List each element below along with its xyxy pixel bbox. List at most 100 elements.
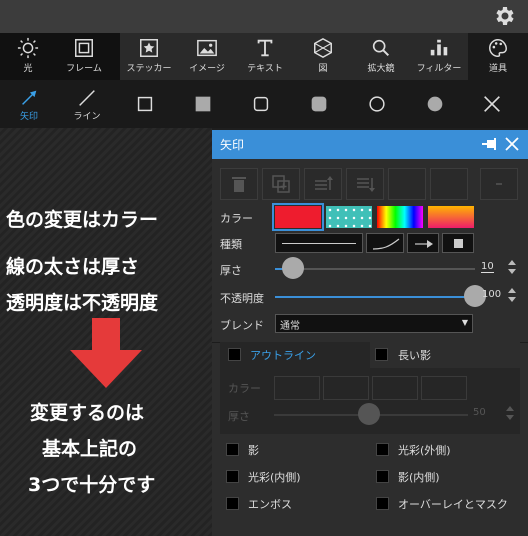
close-tool-button[interactable] — [464, 80, 520, 128]
annotation-line: 3つで十分です — [28, 474, 156, 496]
tab-long-shadow[interactable]: 長い影 — [370, 342, 520, 368]
blend-label: ブレンド — [220, 319, 264, 332]
type-line-straight[interactable] — [275, 233, 363, 253]
rectangle-fill-button[interactable] — [174, 80, 232, 128]
opacity-spinner-icon[interactable] — [507, 287, 517, 303]
tool-magnifier[interactable]: 拡大鏡 — [352, 33, 410, 80]
tab-outline[interactable]: アウトライン — [220, 342, 370, 368]
tool-text[interactable]: テキスト — [236, 33, 294, 80]
duplicate-icon — [272, 175, 290, 193]
sticker-icon — [140, 39, 158, 57]
color-swatch-solid[interactable] — [272, 203, 324, 231]
minus-icon — [496, 183, 502, 185]
sub-toolbar: 矢印 ライン — [0, 80, 528, 128]
filter-icon — [430, 39, 448, 56]
opacity-slider-fill — [275, 296, 475, 298]
duplicate-button[interactable] — [262, 168, 300, 200]
emboss-checkbox[interactable] — [226, 497, 239, 510]
thickness-spinner-icon[interactable] — [507, 259, 517, 275]
overlay-mask-checkbox[interactable] — [376, 497, 389, 510]
frame-icon — [75, 39, 93, 57]
outline-color-slot — [372, 376, 418, 400]
chevron-down-icon: ▼ — [461, 318, 468, 327]
outline-settings-disabled: カラー 厚さ 50 — [220, 368, 520, 434]
outer-glow-label: 光彩(外側) — [398, 444, 451, 457]
rectangle-outline-icon — [137, 96, 153, 112]
more-button[interactable] — [480, 168, 518, 200]
outline-spinner-icon — [506, 406, 514, 420]
empty-slot-button[interactable] — [430, 168, 468, 200]
rounded-rect-fill-button[interactable] — [290, 80, 348, 128]
tool-sticker[interactable]: ステッカー — [120, 33, 178, 80]
tool-label: テキスト — [247, 64, 283, 74]
arrow-tool-button[interactable]: 矢印 — [0, 80, 58, 128]
outline-thickness-label: 厚さ — [228, 410, 250, 423]
tool-label: 光 — [23, 64, 33, 74]
thickness-value[interactable]: 10 — [481, 261, 494, 273]
ellipse-outline-button[interactable] — [348, 80, 406, 128]
long-shadow-label: 長い影 — [398, 349, 431, 362]
close-icon — [484, 96, 500, 112]
outer-glow-checkbox[interactable] — [376, 443, 389, 456]
bring-forward-button[interactable] — [304, 168, 342, 200]
arrow-tool-label: 矢印 — [19, 111, 38, 122]
arrow-settings-panel: 矢印 カラー 種類 厚さ 10 不透明度 100 ブレンド 通常 ▼ アウトライ… — [212, 130, 528, 536]
color-swatch-rainbow[interactable] — [377, 206, 423, 228]
type-end-square[interactable] — [442, 233, 474, 253]
tool-palette[interactable]: 道具 — [468, 33, 528, 80]
color-swatch-pattern[interactable] — [326, 206, 372, 228]
image-icon — [197, 39, 217, 57]
tool-image[interactable]: イメージ — [178, 33, 236, 80]
empty-slot-button[interactable] — [388, 168, 426, 200]
palette-icon — [489, 39, 507, 57]
outline-thickness-value: 50 — [473, 407, 486, 418]
text-icon — [257, 39, 273, 57]
emboss-label: エンボス — [248, 498, 292, 511]
ellipse-fill-button[interactable] — [406, 80, 464, 128]
rounded-rect-outline-button[interactable] — [232, 80, 290, 128]
send-backward-icon — [357, 178, 375, 192]
sun-icon — [17, 37, 39, 59]
line-tool-label: ライン — [73, 111, 101, 122]
annotation-line: 基本上記の — [42, 438, 138, 460]
delete-button[interactable] — [220, 168, 258, 200]
shape-icon — [314, 37, 332, 59]
opacity-value[interactable]: 100 — [482, 289, 501, 300]
inner-glow-checkbox[interactable] — [226, 470, 239, 483]
close-icon[interactable] — [505, 137, 519, 151]
tool-filter[interactable]: フィルター — [410, 33, 468, 80]
type-arrow-head[interactable] — [407, 233, 439, 253]
ellipse-fill-icon — [427, 96, 443, 112]
tool-label: 図 — [318, 64, 328, 74]
rounded-rect-outline-icon — [253, 96, 269, 112]
blend-select[interactable]: 通常 ▼ — [275, 314, 473, 333]
shadow-label: 影 — [248, 444, 259, 457]
tool-label: ステッカー — [126, 64, 172, 74]
line-icon — [79, 89, 95, 106]
type-label: 種類 — [220, 238, 242, 251]
shadow-checkbox[interactable] — [226, 443, 239, 456]
tool-label: 道具 — [488, 64, 507, 74]
color-swatch-gradient[interactable] — [428, 206, 474, 228]
long-shadow-checkbox[interactable] — [375, 348, 388, 361]
line-tool-button[interactable]: ライン — [58, 80, 116, 128]
inner-shadow-checkbox[interactable] — [376, 470, 389, 483]
send-backward-button[interactable] — [346, 168, 384, 200]
outline-thickness-knob — [358, 403, 380, 425]
type-line-curve[interactable] — [366, 233, 404, 253]
thickness-slider-track[interactable] — [275, 268, 475, 270]
rectangle-outline-button[interactable] — [116, 80, 174, 128]
tool-shape[interactable]: 図 — [294, 33, 352, 80]
tool-light[interactable]: 光 — [0, 33, 56, 80]
panel-header: 矢印 — [212, 130, 528, 159]
annotation-line: 線の太さは厚さ — [6, 256, 140, 278]
gear-icon[interactable] — [492, 4, 516, 28]
magnifier-icon — [372, 39, 390, 57]
tool-label: 拡大鏡 — [367, 64, 395, 74]
pin-icon[interactable] — [482, 137, 498, 151]
tool-frame[interactable]: フレーム — [56, 33, 112, 80]
thickness-label: 厚さ — [220, 264, 242, 277]
outline-checkbox[interactable] — [228, 348, 241, 361]
panel-title: 矢印 — [220, 138, 245, 152]
thickness-slider-knob[interactable] — [282, 257, 304, 279]
